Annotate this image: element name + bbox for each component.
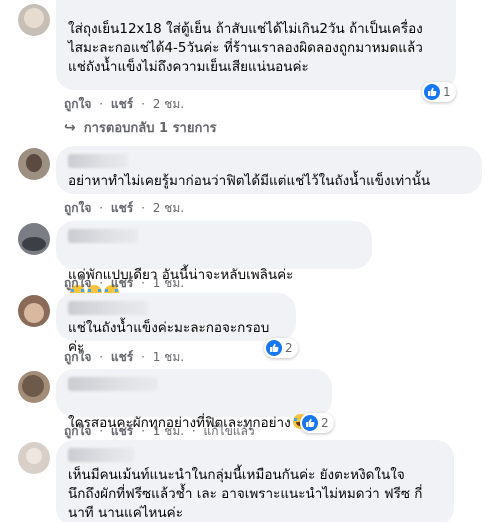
share-button[interactable]: แชร์ [111,424,133,438]
reaction-number: 1 [443,85,451,99]
timestamp[interactable]: 1 ชม. [153,424,184,438]
timestamp[interactable]: 1 ชม. [153,350,184,364]
avatar[interactable] [18,223,50,255]
like-button[interactable]: ถูกใจ [64,424,91,438]
comment-text: ใส่ถุงเย็น12x18 ใส่ตู้เย็น ถ้าสับแช่ได้ไ… [68,21,423,75]
comment-bubble: แช่ในถังน้ำแข็งค่ะมะละกอจะกรอบค่ะ [56,293,296,355]
comment-actions: ถูกใจ · แชร์ · 1 ชม. · แก้ไขแล้ว [64,424,255,438]
avatar[interactable] [18,442,50,474]
author-name-blurred[interactable] [68,154,128,168]
comment-bubble: อย่าหาทำไม่เคยรู้มาก่อนว่าฟิตได้มีแต่แช่… [56,146,482,194]
like-button[interactable]: ถูกใจ [64,97,91,111]
author-name-blurred[interactable] [68,301,148,315]
comment-actions: ถูกใจ · แชร์ · 1 ชม. [64,350,185,364]
thumbs-up-icon [266,340,282,356]
author-name-blurred[interactable] [68,377,158,391]
like-button[interactable]: ถูกใจ [64,350,91,364]
share-button[interactable]: แชร์ [111,276,133,290]
avatar[interactable] [18,4,50,36]
thumbs-up-icon [424,84,440,100]
avatar[interactable] [18,371,50,403]
comment-actions: ถูกใจ · แชร์ · 2 ชม. [64,201,185,215]
timestamp[interactable]: 2 ชม. [153,97,184,111]
share-button[interactable]: แชร์ [111,350,133,364]
like-button[interactable]: ถูกใจ [64,276,91,290]
author-name-blurred[interactable] [68,229,138,243]
reaction-number: 2 [321,416,329,430]
reaction-count[interactable]: 2 [300,413,334,433]
timestamp[interactable]: 1 ชม. [153,276,184,290]
comment-bubble: ใครสอนคะผักทุกอย่างที่ฟิตเละทุกอย่าง [56,369,332,431]
reaction-count[interactable]: 2 [264,338,298,358]
avatar[interactable] [18,295,50,327]
share-button[interactable]: แชร์ [111,201,133,215]
reaction-number: 2 [285,341,293,355]
reply-arrow-icon: ↪ [64,119,76,136]
comment-text: อย่าหาทำไม่เคยรู้มาก่อนว่าฟิตได้มีแต่แช่… [68,173,431,189]
timestamp[interactable]: 2 ชม. [153,201,184,215]
reaction-count[interactable]: 1 [422,82,456,102]
avatar[interactable] [18,148,50,180]
view-replies-link[interactable]: ↪ การตอบกลับ 1 รายการ [64,117,217,138]
comment-actions: ถูกใจ · แชร์ · 2 ชม. [64,97,185,111]
comment-bubble: เห็นมีคนเม้นท์แนะนำในกลุ่มนี้เหมือนกันค่… [56,440,454,522]
thumbs-up-icon [302,415,318,431]
comment-text: เห็นมีคนเม้นท์แนะนำในกลุ่มนี้เหมือนกันค่… [68,467,423,521]
like-button[interactable]: ถูกใจ [64,201,91,215]
author-name-blurred[interactable] [68,448,134,462]
edited-label[interactable]: แก้ไขแล้ว [204,424,255,438]
share-button[interactable]: แชร์ [111,97,133,111]
comment-bubble: แค่พักแปบเดียว อันนี้น่าจะหลับเพลินค่ะ [56,221,372,300]
comment-actions: ถูกใจ · แชร์ · 1 ชม. [64,276,185,290]
comment-bubble: ใส่ถุงเย็น12x18 ใส่ตู้เย็น ถ้าสับแช่ได้ไ… [56,0,456,90]
replies-label: การตอบกลับ 1 รายการ [83,121,217,136]
